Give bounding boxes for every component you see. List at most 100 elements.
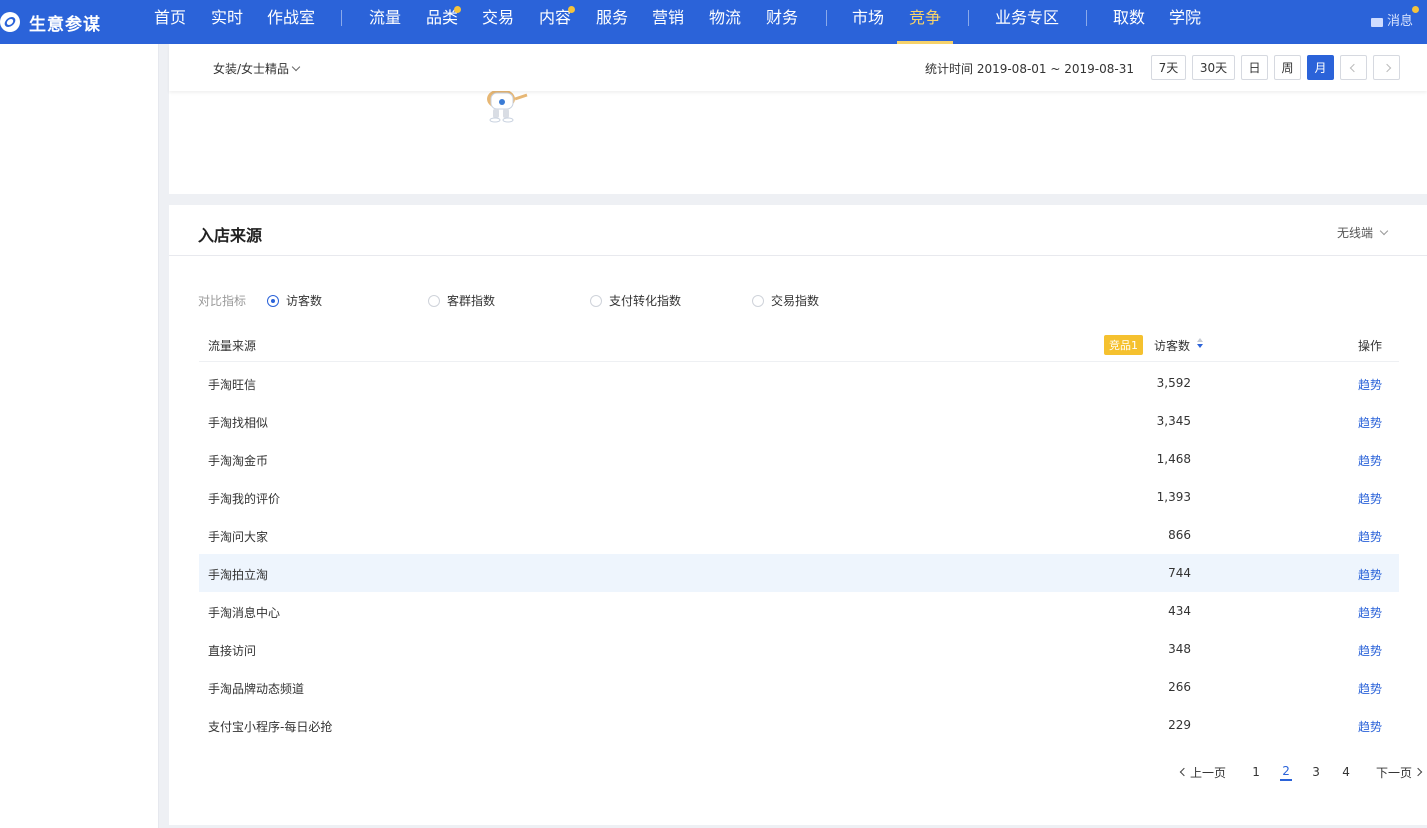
col-visitors-header[interactable]: 访客数: [1154, 337, 1190, 354]
metric-radio-conversion-index[interactable]: 支付转化指数: [590, 292, 681, 309]
table-row: 手淘淘金币 1,468 趋势: [199, 440, 1399, 478]
trend-link[interactable]: 趋势: [1358, 604, 1382, 621]
radio-unchecked-icon: [428, 294, 440, 307]
value-cell: 266: [1168, 680, 1191, 694]
chevron-right-icon: [1413, 767, 1423, 777]
chevron-left-icon: [1179, 767, 1189, 777]
trend-link[interactable]: 趋势: [1358, 452, 1382, 469]
source-cell: 支付宝小程序-每日必抢: [208, 720, 333, 734]
divider: [169, 255, 1427, 256]
range-month-button[interactable]: 月: [1307, 55, 1334, 80]
trend-link[interactable]: 趋势: [1358, 490, 1382, 507]
filter-bar: 女装/女士精品 统计时间 2019-08-01 ~ 2019-08-31 7天 …: [169, 44, 1427, 91]
trend-link[interactable]: 趋势: [1358, 680, 1382, 697]
chevron-right-icon: [1382, 63, 1391, 72]
next-page-button[interactable]: 下一页: [1376, 764, 1423, 781]
stat-time: 统计时间 2019-08-01 ~ 2019-08-31: [925, 62, 1134, 76]
nav-item-market[interactable]: 市场: [852, 0, 884, 44]
device-selector[interactable]: 无线端: [1336, 224, 1389, 241]
next-page-label: 下一页: [1376, 765, 1413, 780]
nav-item-trade[interactable]: 交易: [482, 0, 514, 44]
radio-unchecked-icon: [590, 294, 602, 307]
table-row: 手淘品牌动态频道 266 趋势: [199, 668, 1399, 706]
trend-link[interactable]: 趋势: [1358, 528, 1382, 545]
page-3-button[interactable]: 3: [1310, 765, 1322, 779]
nav-item-service[interactable]: 服务: [596, 0, 628, 44]
value-cell: 1,393: [1156, 490, 1191, 504]
table-row: 支付宝小程序-每日必抢 229 趋势: [199, 706, 1399, 744]
category-notice-dot-icon: [454, 6, 461, 13]
source-cell: 手淘品牌动态频道: [208, 682, 305, 696]
traffic-source-card: 入店来源 无线端 对比指标 访客数 客群指数 支付转化指数 交易指数 流量来源 …: [169, 205, 1427, 825]
sort-icon[interactable]: [1197, 338, 1203, 348]
value-cell: 1,468: [1156, 452, 1191, 466]
source-cell: 手淘问大家: [208, 530, 269, 544]
nav-item-war-room[interactable]: 作战室: [267, 0, 315, 44]
source-cell: 手淘消息中心: [208, 606, 281, 620]
top-nav-bar: 生意参谋 首页 实时 作战室 流量 品类 交易 内容 服务 营销 物流 财务 市…: [0, 0, 1427, 44]
radio-unchecked-icon: [752, 294, 764, 307]
nav-item-home[interactable]: 首页: [154, 0, 186, 44]
trend-link[interactable]: 趋势: [1358, 718, 1382, 735]
source-cell: 手淘找相似: [208, 416, 269, 430]
page-4-button[interactable]: 4: [1340, 765, 1352, 779]
nav-separator: [341, 10, 342, 26]
content-notice-dot-icon: [568, 6, 575, 13]
nav-separator: [826, 10, 827, 26]
nav-separator: [1086, 10, 1087, 26]
nav-item-finance[interactable]: 财务: [766, 0, 798, 44]
table-row: 手淘问大家 866 趋势: [199, 516, 1399, 554]
nav-item-realtime[interactable]: 实时: [211, 0, 243, 44]
radio-label: 支付转化指数: [609, 294, 682, 308]
nav-item-business-zone[interactable]: 业务专区: [995, 0, 1059, 44]
trend-link[interactable]: 趋势: [1358, 414, 1382, 431]
trend-link[interactable]: 趋势: [1358, 642, 1382, 659]
radio-checked-icon: [267, 294, 279, 307]
card-title: 入店来源: [198, 226, 263, 245]
range-30d-button[interactable]: 30天: [1192, 55, 1235, 80]
chevron-left-icon: [1349, 63, 1358, 72]
message-notice-dot-icon: [1412, 6, 1419, 13]
prev-period-button[interactable]: [1340, 55, 1367, 80]
metric-radio-customer-index[interactable]: 客群指数: [428, 292, 495, 309]
main-nav: 首页 实时 作战室 流量 品类 交易 内容 服务 营销 物流 财务 市场 竞争 …: [0, 0, 1427, 44]
radio-label: 客群指数: [447, 294, 496, 308]
source-cell: 直接访问: [208, 644, 257, 658]
nav-item-data-fetch[interactable]: 取数: [1113, 0, 1145, 44]
page-2-button[interactable]: 2: [1280, 764, 1293, 781]
trend-link[interactable]: 趋势: [1358, 376, 1382, 393]
value-cell: 434: [1168, 604, 1191, 618]
nav-separator: [968, 10, 969, 26]
nav-item-traffic[interactable]: 流量: [369, 0, 401, 44]
messages-button[interactable]: 消息: [1370, 0, 1419, 44]
value-cell: 3,592: [1156, 376, 1191, 390]
nav-item-content[interactable]: 内容: [539, 0, 571, 44]
metric-radio-visitors[interactable]: 访客数: [267, 292, 322, 309]
nav-item-marketing[interactable]: 营销: [652, 0, 684, 44]
device-label: 无线端: [1336, 226, 1373, 240]
nav-item-logistics[interactable]: 物流: [709, 0, 741, 44]
page-1-button[interactable]: 1: [1250, 765, 1262, 779]
range-day-button[interactable]: 日: [1241, 55, 1268, 80]
next-period-button[interactable]: [1373, 55, 1400, 80]
chevron-down-icon: [291, 62, 301, 72]
envelope-icon: [1370, 17, 1383, 27]
value-cell: 744: [1168, 566, 1191, 580]
metric-radio-trade-index[interactable]: 交易指数: [752, 292, 819, 309]
value-cell: 229: [1168, 718, 1191, 732]
nav-item-category[interactable]: 品类: [426, 0, 458, 44]
competitor-badge: 竞品1: [1104, 335, 1143, 355]
nav-item-competition[interactable]: 竞争: [896, 0, 954, 44]
category-selector[interactable]: 女装/女士精品: [213, 60, 301, 77]
messages-label: 消息: [1386, 14, 1413, 29]
nav-item-academy[interactable]: 学院: [1169, 0, 1201, 44]
prev-page-button[interactable]: 上一页: [1179, 764, 1226, 781]
table-row: 手淘找相似 3,345 趋势: [199, 402, 1399, 440]
range-week-button[interactable]: 周: [1274, 55, 1301, 80]
trend-link[interactable]: 趋势: [1358, 566, 1382, 583]
value-cell: 348: [1168, 642, 1191, 656]
chevron-down-icon: [1379, 226, 1389, 236]
source-cell: 手淘旺信: [208, 378, 257, 392]
col-action-header: 操作: [1357, 339, 1382, 353]
range-7d-button[interactable]: 7天: [1151, 55, 1186, 80]
